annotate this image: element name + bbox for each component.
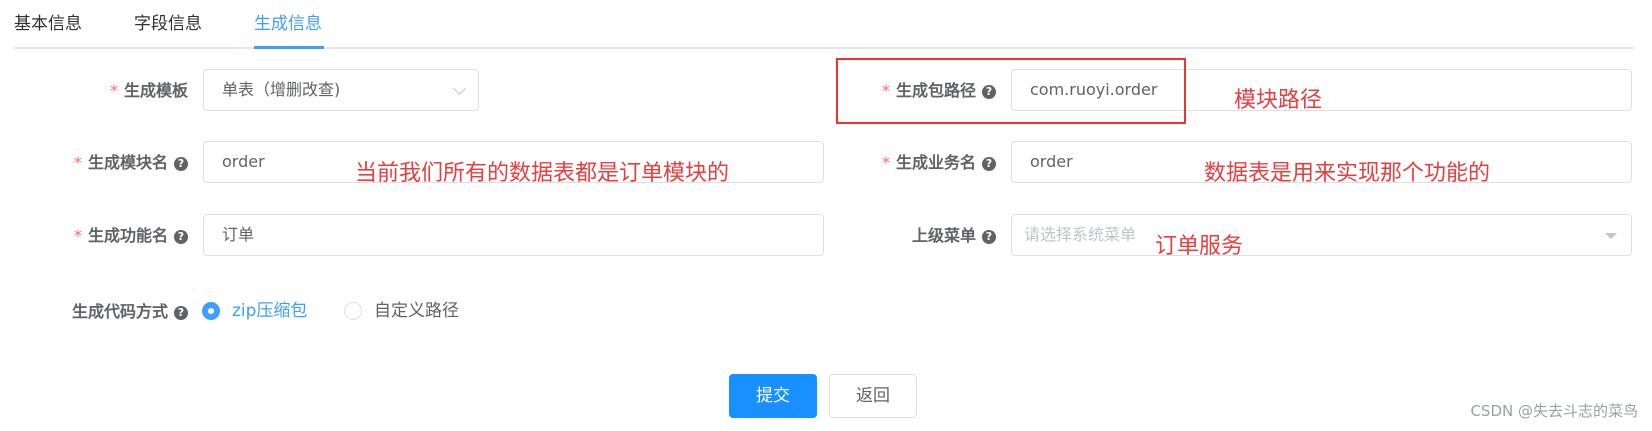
function-name-label-text: 生成功能名 xyxy=(87,226,168,245)
back-button[interactable]: 返回 xyxy=(829,374,917,418)
required-star: * xyxy=(881,153,890,172)
required-star: * xyxy=(73,226,82,245)
radio-custom-path-label[interactable]: 自定义路径 xyxy=(374,300,459,322)
module-name-value: order xyxy=(222,152,265,171)
annotation-package-path: 模块路径 xyxy=(1234,88,1323,113)
annotation-business-name: 数据表是用来实现那个功能的 xyxy=(1204,161,1491,186)
gen-type-label-text: 生成代码方式 xyxy=(71,302,168,321)
parent-menu-label-text: 上级菜单 xyxy=(911,226,976,245)
question-icon[interactable]: ? xyxy=(174,306,188,320)
tab-basic-info[interactable]: 基本信息 xyxy=(14,10,82,48)
question-icon[interactable]: ? xyxy=(982,157,996,171)
parent-menu-label: 上级菜单? xyxy=(888,214,996,258)
radio-zip[interactable] xyxy=(202,302,220,320)
question-icon[interactable]: ? xyxy=(174,157,188,171)
template-label: * 生成模板 xyxy=(100,69,188,113)
radio-zip-label[interactable]: zip压缩包 xyxy=(232,300,307,322)
annotation-highlight-box xyxy=(836,58,1186,124)
gen-type-label: 生成代码方式? xyxy=(58,290,188,334)
function-name-value: 订单 xyxy=(222,225,255,244)
business-name-label: * 生成业务名? xyxy=(868,141,996,185)
template-select-value: 单表（增删改查) xyxy=(222,80,341,99)
question-icon[interactable]: ? xyxy=(982,230,996,244)
annotation-parent-menu: 订单服务 xyxy=(1155,234,1244,259)
template-select[interactable]: 单表（增删改查) xyxy=(203,69,479,111)
annotation-module-name: 当前我们所有的数据表都是订单模块的 xyxy=(355,161,730,186)
module-name-label: * 生成模块名? xyxy=(58,141,188,185)
template-label-text: 生成模板 xyxy=(123,81,188,100)
submit-button[interactable]: 提交 xyxy=(729,374,817,418)
active-tab-indicator xyxy=(254,46,324,49)
tab-gen-info[interactable]: 生成信息 xyxy=(254,10,322,48)
business-name-value: order xyxy=(1030,152,1073,171)
function-name-label: * 生成功能名? xyxy=(58,214,188,258)
module-name-label-text: 生成模块名 xyxy=(87,153,168,172)
business-name-label-text: 生成业务名 xyxy=(895,153,976,172)
tab-field-info[interactable]: 字段信息 xyxy=(134,10,202,48)
chevron-down-icon xyxy=(453,82,466,95)
question-icon[interactable]: ? xyxy=(174,230,188,244)
watermark: CSDN @失去斗志的菜鸟 xyxy=(1470,402,1638,420)
caret-down-icon xyxy=(1605,233,1617,239)
parent-menu-select[interactable]: 请选择系统菜单 xyxy=(1011,214,1632,256)
required-star: * xyxy=(73,153,82,172)
radio-custom-path[interactable] xyxy=(344,302,362,320)
function-name-input[interactable]: 订单 xyxy=(203,214,824,256)
parent-menu-placeholder: 请选择系统菜单 xyxy=(1024,225,1137,244)
required-star: * xyxy=(109,81,118,100)
